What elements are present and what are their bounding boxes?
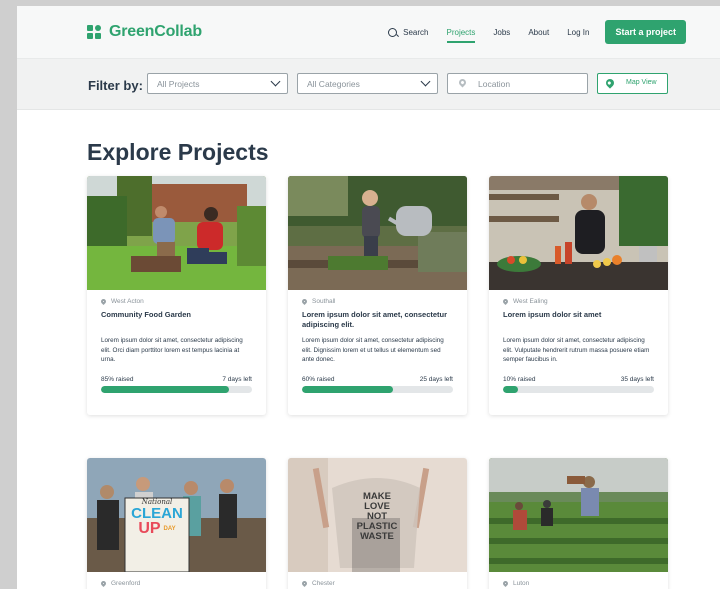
search-label: Search: [403, 27, 429, 37]
card-title[interactable]: Lorem ipsum dolor sit amet: [503, 310, 654, 334]
card-stats: 10% raised 35 days left: [503, 376, 654, 383]
card-location: Greenford: [99, 579, 252, 588]
card-location: West Ealing: [501, 297, 654, 306]
raised-percentage: 10% raised: [503, 376, 536, 383]
progress-fill: [302, 386, 393, 393]
days-left: 7 days left: [222, 376, 252, 383]
card-location: West Acton: [99, 297, 252, 306]
project-card[interactable]: West Ealing Lorem ipsum dolor sit amet L…: [489, 176, 668, 415]
card-title[interactable]: Community Food Garden: [101, 310, 252, 334]
filter-bar: Filter by: All Projects All Categories L…: [17, 59, 720, 110]
progress-bar: [503, 386, 654, 393]
location-pin-icon: [99, 579, 108, 588]
location-pin-icon: [300, 579, 309, 588]
sign-line-day: DAY: [163, 526, 176, 532]
location-input[interactable]: Location: [447, 73, 588, 94]
progress-bar: [302, 386, 453, 393]
search-link[interactable]: Search: [388, 27, 429, 37]
kitchen-photo: [489, 176, 668, 290]
sign-line-up: UP: [138, 520, 161, 537]
map-pin-icon: [604, 77, 616, 89]
map-view-button[interactable]: Map View: [597, 73, 668, 94]
projects-select[interactable]: All Projects: [147, 73, 288, 94]
card-title[interactable]: Lorem ipsum dolor sit amet, consectetur …: [302, 310, 453, 334]
progress-fill: [101, 386, 230, 393]
cleanup-group-photo: National CLEAN UP DAY: [87, 458, 266, 572]
project-card[interactable]: National CLEAN UP DAY Greenford: [87, 458, 266, 589]
progress-fill: [503, 386, 519, 393]
card-stats: 60% raised 25 days left: [302, 376, 453, 383]
progress-bar: [101, 386, 252, 393]
sign-line-clean: CLEAN: [131, 505, 183, 522]
site-header: GreenCollab Search Projects Jobs About L…: [17, 6, 720, 59]
nav-about[interactable]: About: [528, 28, 549, 37]
nav-login[interactable]: Log In: [567, 28, 589, 37]
page-title: Explore Projects: [87, 139, 269, 165]
project-card[interactable]: West Acton Community Food Garden Lorem i…: [87, 176, 266, 415]
days-left: 35 days left: [620, 376, 654, 383]
raised-percentage: 60% raised: [302, 376, 335, 383]
categories-select-value: All Categories: [307, 79, 360, 89]
card-location: Southall: [300, 297, 453, 306]
raised-percentage: 85% raised: [101, 376, 134, 383]
card-location-label: Luton: [513, 580, 530, 587]
card-location-label: Greenford: [111, 580, 141, 587]
filter-label: Filter by:: [88, 78, 143, 93]
card-location-label: West Ealing: [513, 298, 548, 305]
grid-logo-icon: [87, 24, 102, 40]
logo[interactable]: GreenCollab: [87, 23, 202, 41]
plastic-bag-photo: MAKE LOVE NOT PLASTIC WASTE: [288, 458, 467, 572]
chevron-down-icon: [420, 76, 431, 87]
location-placeholder: Location: [478, 79, 511, 89]
location-pin-icon: [501, 579, 510, 588]
nav-jobs[interactable]: Jobs: [493, 28, 510, 37]
projects-select-value: All Projects: [157, 79, 200, 89]
project-card[interactable]: Luton: [489, 458, 668, 589]
start-project-button[interactable]: Start a project: [605, 20, 686, 44]
browser-page: GreenCollab Search Projects Jobs About L…: [17, 6, 720, 589]
card-location: Luton: [501, 579, 654, 588]
categories-select[interactable]: All Categories: [297, 73, 438, 94]
protest-sign: MAKE LOVE NOT PLASTIC WASTE: [336, 492, 418, 542]
sign-line-5: WASTE: [360, 531, 394, 542]
location-pin-icon: [300, 297, 309, 306]
brand-name: GreenCollab: [109, 23, 202, 40]
nav-projects[interactable]: Projects: [446, 28, 475, 43]
child-watering-photo: [288, 176, 467, 290]
days-left: 25 days left: [419, 376, 453, 383]
location-pin-icon: [457, 77, 468, 88]
farm-field-photo: [489, 458, 668, 572]
search-icon: [388, 27, 398, 37]
location-pin-icon: [501, 297, 510, 306]
card-location-label: Chester: [312, 580, 335, 587]
map-view-label: Map View: [626, 79, 657, 86]
project-card[interactable]: Southall Lorem ipsum dolor sit amet, con…: [288, 176, 467, 415]
chevron-down-icon: [270, 76, 281, 87]
card-location-label: Southall: [312, 298, 336, 305]
card-description: Lorem ipsum dolor sit amet, consectetur …: [101, 337, 243, 363]
project-card[interactable]: MAKE LOVE NOT PLASTIC WASTE Chester: [288, 458, 467, 589]
card-description: Lorem ipsum dolor sit amet, consectetur …: [302, 337, 444, 363]
main-nav: Search Projects Jobs About Log In Start …: [370, 6, 720, 58]
gardening-photo: [87, 176, 266, 290]
card-description: Lorem ipsum dolor sit amet, consectetur …: [503, 337, 650, 363]
card-location: Chester: [300, 579, 453, 588]
cleanup-sign: National CLEAN UP DAY: [125, 498, 189, 537]
card-location-label: West Acton: [111, 298, 144, 305]
card-stats: 85% raised 7 days left: [101, 376, 252, 383]
location-pin-icon: [99, 297, 108, 306]
